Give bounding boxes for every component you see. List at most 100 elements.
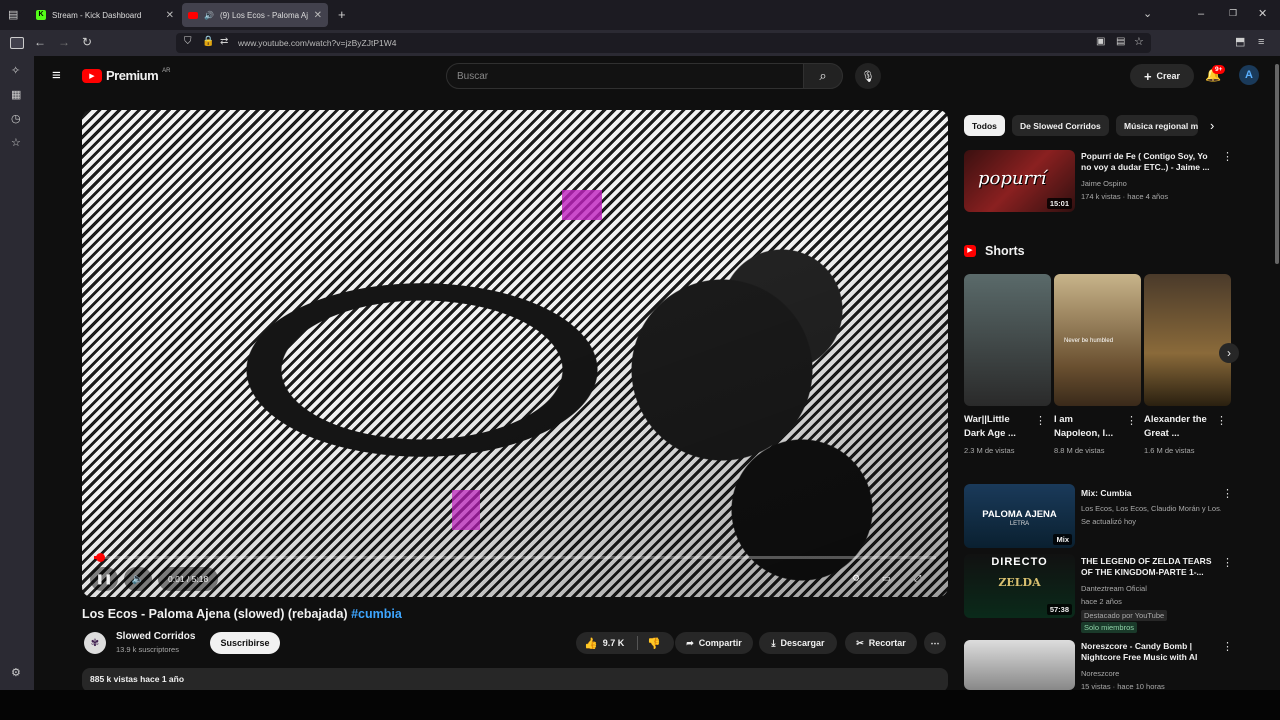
hamburger-menu-icon[interactable]: ≡ bbox=[52, 68, 61, 83]
rec-channel[interactable]: Los Ecos, Los Ecos, Claudio Morán y Los.… bbox=[1081, 503, 1221, 514]
rec-title[interactable]: Noreszcore - Candy Bomb | Nightcore Free… bbox=[1081, 641, 1213, 663]
clip-label: Recortar bbox=[868, 638, 906, 648]
rec-channel[interactable]: Noreszcore bbox=[1081, 668, 1119, 679]
back-icon[interactable]: ← bbox=[34, 36, 46, 48]
rec-meta: hace 2 años bbox=[1081, 597, 1122, 606]
reload-icon[interactable]: ↻ bbox=[82, 36, 92, 48]
rec-channel[interactable]: Jaime Ospino bbox=[1081, 178, 1127, 189]
close-tab-icon[interactable]: ✕ bbox=[314, 10, 322, 21]
chevron-down-icon[interactable]: ⌄ bbox=[1143, 9, 1152, 20]
divider bbox=[637, 636, 639, 650]
rec-thumbnail[interactable]: DIRECTO ZELDA 57:38 bbox=[964, 554, 1075, 618]
forward-icon[interactable]: → bbox=[58, 36, 70, 48]
minimize-icon[interactable]: – bbox=[1198, 9, 1204, 20]
rec-channel[interactable]: Danteztream Oficial bbox=[1081, 583, 1147, 594]
like-icon[interactable]: 👍 bbox=[584, 637, 598, 650]
tab-list-icon[interactable]: ▤ bbox=[8, 10, 18, 21]
settings-icon[interactable]: ⚙ bbox=[11, 668, 21, 679]
close-tab-icon[interactable]: ✕ bbox=[166, 10, 174, 21]
plus-icon: + bbox=[1143, 68, 1152, 84]
short-title[interactable]: Alexander the Great ... bbox=[1144, 413, 1208, 441]
dislike-icon[interactable]: 👎 bbox=[647, 637, 661, 650]
download-button[interactable]: ⤓ Descargar bbox=[759, 632, 837, 654]
bookmark-star-icon[interactable]: ☆ bbox=[1134, 37, 1144, 48]
fullscreen-icon[interactable]: ⤢ bbox=[914, 573, 921, 584]
url-text: www.youtube.com/watch?v=jzByZJtP1W4 bbox=[238, 38, 397, 48]
window-close-icon[interactable]: ✕ bbox=[1258, 9, 1267, 20]
clip-button[interactable]: ✂ Recortar bbox=[845, 632, 917, 654]
subscriber-count: 13.9 k suscriptores bbox=[116, 645, 179, 654]
theater-mode-icon[interactable]: ▭ bbox=[882, 573, 891, 584]
settings-gear-icon[interactable]: ⚙ bbox=[852, 573, 860, 584]
chevron-right-icon[interactable]: › bbox=[1210, 119, 1214, 132]
short-views: 2.3 M de vistas bbox=[964, 446, 1015, 455]
channel-avatar[interactable]: ✾ bbox=[84, 632, 106, 654]
rec-title[interactable]: Popurrí de Fe ( Contigo Soy, Yo no voy a… bbox=[1081, 151, 1213, 173]
hashtag-link[interactable]: #cumbia bbox=[351, 607, 402, 621]
more-vertical-icon[interactable]: ⋮ bbox=[1222, 642, 1233, 653]
short-thumbnail[interactable]: Never be humbled bbox=[1054, 274, 1141, 406]
rec-thumbnail[interactable]: PALOMA AJENA LETRA Mix bbox=[964, 484, 1075, 548]
short-title[interactable]: I am Napoleon, I... bbox=[1054, 413, 1120, 441]
more-vertical-icon[interactable]: ⋮ bbox=[1126, 416, 1137, 427]
url-bar[interactable]: ⛉ 🔒 ⇄ www.youtube.com/watch?v=jzByZJtP1W… bbox=[176, 33, 1151, 53]
more-vertical-icon[interactable]: ⋮ bbox=[1222, 152, 1233, 163]
tab-kick[interactable]: K Stream - Kick Dashboard ✕ bbox=[30, 3, 180, 27]
more-vertical-icon[interactable]: ⋮ bbox=[1035, 416, 1046, 427]
new-tab-icon[interactable]: + bbox=[338, 8, 346, 21]
youtube-logo[interactable]: ▶ Premium AR bbox=[82, 68, 170, 83]
progress-handle[interactable] bbox=[96, 553, 105, 562]
like-count[interactable]: 9.7 K bbox=[603, 638, 625, 648]
description-box[interactable]: 885 k vistas hace 1 año bbox=[82, 668, 948, 690]
volume-icon[interactable]: 🔈 bbox=[124, 567, 152, 591]
share-icon: ➦ bbox=[686, 637, 694, 648]
create-button[interactable]: + Crear bbox=[1130, 64, 1194, 88]
speaker-icon[interactable]: 🔊 bbox=[204, 11, 214, 20]
reader-icon[interactable]: ▣ bbox=[1096, 37, 1105, 47]
lock-icon[interactable]: 🔒 bbox=[202, 37, 214, 47]
rec-meta: 174 k vistas · hace 4 años bbox=[1081, 192, 1169, 201]
rec-title[interactable]: Mix: Cumbia bbox=[1081, 488, 1132, 499]
rec-thumbnail[interactable]: popurrí 15:01 bbox=[964, 150, 1075, 212]
short-title[interactable]: War||Little Dark Age ... bbox=[964, 413, 1024, 441]
search-input[interactable]: Buscar bbox=[446, 63, 804, 89]
permissions-icon[interactable]: ⇄ bbox=[220, 37, 228, 47]
youtube-page: ≡ ▶ Premium AR Buscar ⌕ 🎙 + Crear 🔔 9+ A … bbox=[34, 56, 1274, 690]
share-button[interactable]: ➦ Compartir bbox=[675, 632, 753, 654]
chip-todos[interactable]: Todos bbox=[964, 115, 1005, 136]
rec-meta: 15 vistas · hace 10 horas bbox=[1081, 682, 1165, 690]
shorts-next-icon[interactable]: › bbox=[1219, 343, 1239, 363]
subscribe-button[interactable]: Suscribirse bbox=[210, 632, 280, 654]
pip-icon[interactable]: ▤ bbox=[1116, 37, 1125, 47]
tab-youtube[interactable]: 🔊 (9) Los Ecos - Paloma Ajena ✕ bbox=[182, 3, 328, 27]
magenta-accent bbox=[452, 490, 480, 530]
restore-icon[interactable]: ❐ bbox=[1229, 9, 1237, 18]
search-button[interactable]: ⌕ bbox=[803, 63, 843, 89]
page-scrollbar[interactable] bbox=[1274, 56, 1280, 690]
chip-regional[interactable]: Música regional m bbox=[1116, 115, 1198, 136]
pause-icon[interactable]: ❚❚ bbox=[90, 567, 118, 591]
short-thumbnail[interactable] bbox=[964, 274, 1051, 406]
channel-name[interactable]: Slowed Corridos bbox=[116, 631, 195, 642]
star-icon[interactable]: ☆ bbox=[11, 138, 21, 149]
progress-bar[interactable] bbox=[94, 556, 936, 559]
shield-icon[interactable]: ⛉ bbox=[184, 37, 192, 47]
more-vertical-icon[interactable]: ⋮ bbox=[1222, 558, 1233, 569]
voice-search-button[interactable]: 🎙 bbox=[855, 63, 881, 89]
history-icon[interactable]: ◷ bbox=[11, 114, 21, 125]
youtube-favicon-icon bbox=[188, 11, 198, 19]
rec-title[interactable]: THE LEGEND OF ZELDA TEARS OF THE KINGDOM… bbox=[1081, 556, 1213, 578]
more-actions-button[interactable]: ⋯ bbox=[924, 632, 946, 654]
avatar[interactable]: A bbox=[1239, 65, 1259, 85]
more-vertical-icon[interactable]: ⋮ bbox=[1216, 416, 1227, 427]
more-vertical-icon[interactable]: ⋮ bbox=[1222, 489, 1233, 500]
extensions-icon[interactable]: ⬒ bbox=[1235, 37, 1245, 48]
bookmarks-icon[interactable]: ▦ bbox=[11, 90, 21, 101]
menu-icon[interactable]: ≡ bbox=[1258, 37, 1264, 48]
video-player[interactable]: ❚❚ 🔈 0:01 / 5:18 ⚙ ▭ ⤢ bbox=[82, 110, 948, 597]
rec-thumbnail[interactable] bbox=[964, 640, 1075, 690]
ai-icon[interactable]: ✧ bbox=[11, 66, 20, 77]
chip-channel[interactable]: De Slowed Corridos bbox=[1012, 115, 1109, 136]
short-thumbnail[interactable] bbox=[1144, 274, 1231, 406]
sidebar-toggle-icon[interactable] bbox=[10, 37, 24, 49]
